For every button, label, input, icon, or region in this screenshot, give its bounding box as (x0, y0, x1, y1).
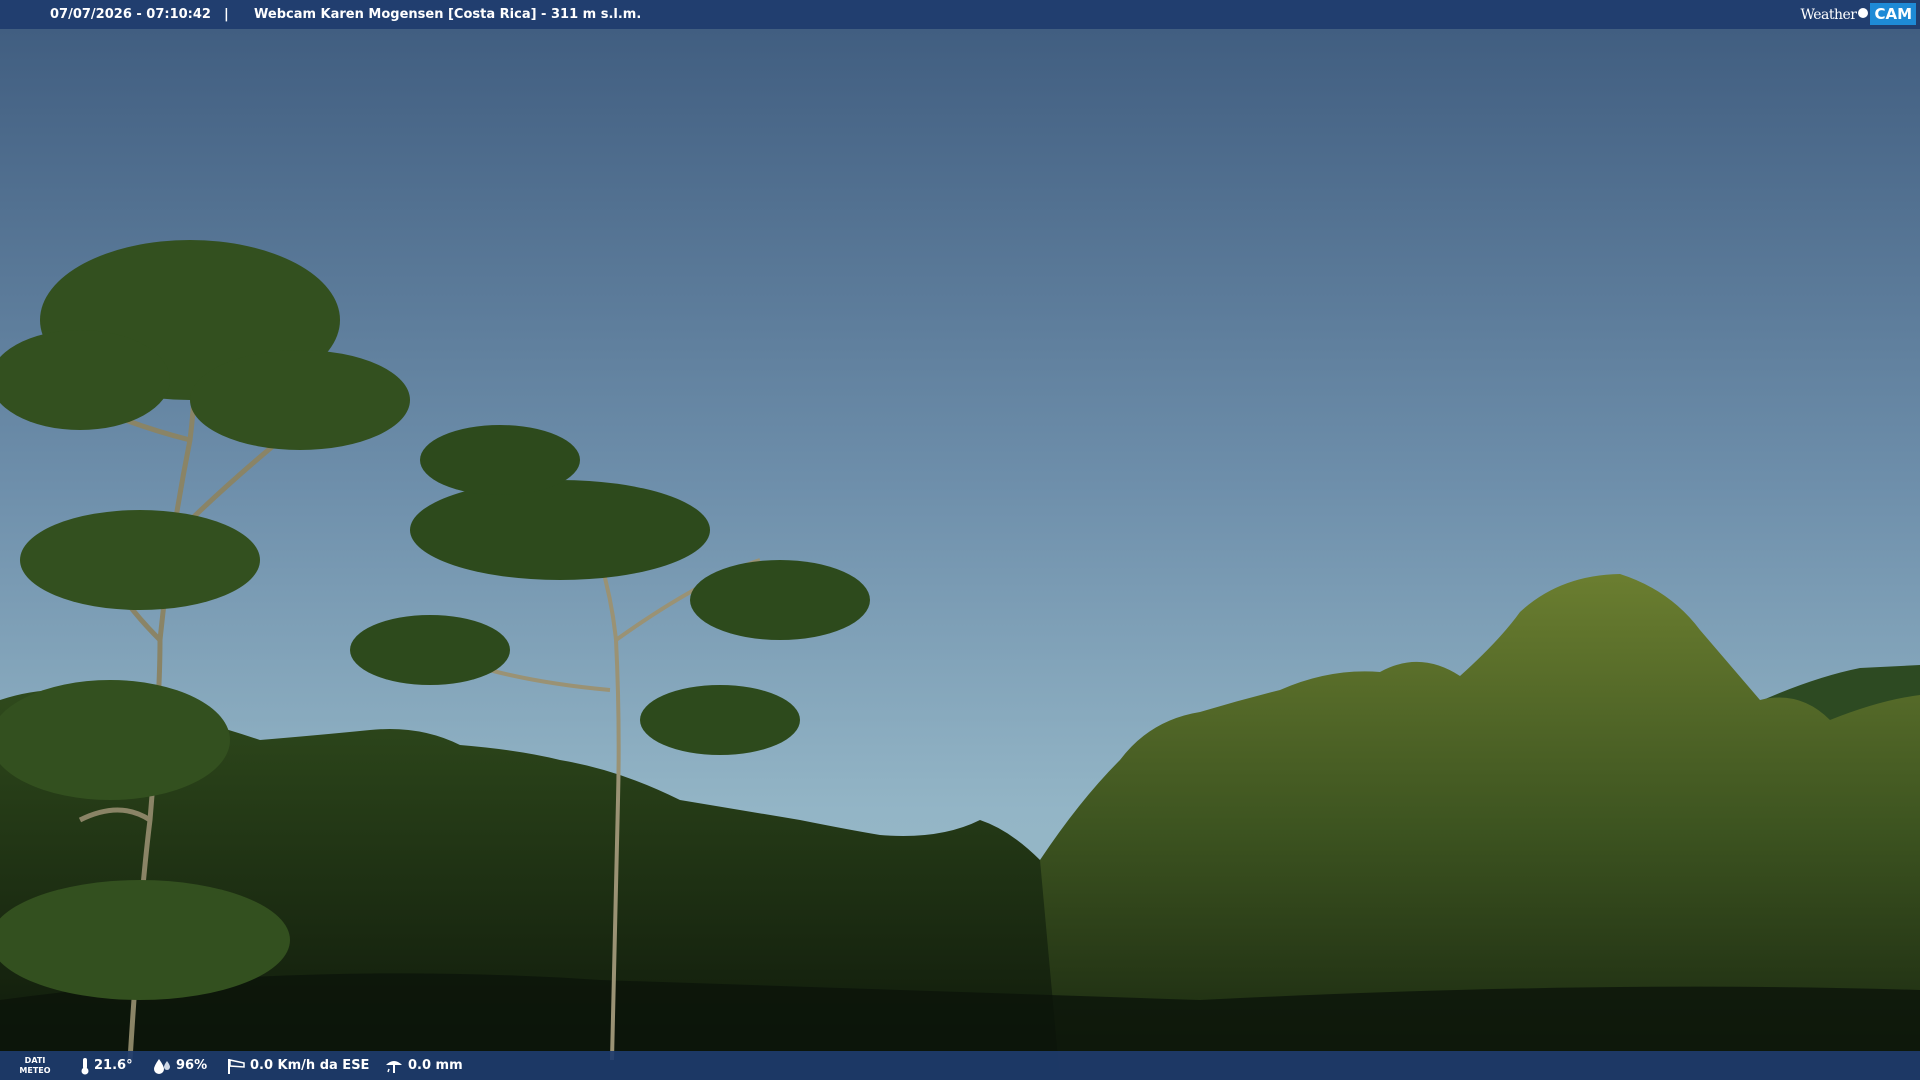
thermometer-icon (81, 1057, 89, 1074)
top-info-bar: 07/07/2026 - 07:10:42 | Webcam Karen Mog… (0, 0, 1920, 29)
weather-label-line1: DATI (24, 1056, 46, 1065)
title-separator: | (224, 7, 229, 22)
temperature-reading: 21.6° (80, 1051, 133, 1080)
rain-gauge-icon (386, 1060, 402, 1073)
webcam-title: Webcam Karen Mogensen [Costa Rica] - 311… (254, 7, 642, 22)
weathercam-logo[interactable]: Weather CAM (1800, 3, 1916, 25)
timestamp: 07/07/2026 - 07:10:42 (50, 7, 211, 22)
weather-data-label: DATI METEO (18, 1056, 52, 1076)
wind-reading: 0.0 Km/h da ESE (226, 1051, 369, 1080)
rain-value: 0.0 mm (408, 1058, 463, 1073)
humidity-drops-icon (154, 1058, 170, 1074)
weather-data-bar: DATI METEO 21.6° 96% 0.0 Km/h da ESE 0.0… (0, 1051, 1920, 1080)
rain-reading: 0.0 mm (384, 1051, 463, 1080)
humidity-value: 96% (176, 1058, 208, 1073)
logo-word: Weather (1800, 7, 1857, 23)
temperature-value: 21.6° (94, 1058, 133, 1073)
logo-badge: CAM (1870, 3, 1916, 25)
logo-globe-icon (1858, 8, 1869, 18)
webcam-image (0, 0, 1920, 1080)
wind-sock-icon (228, 1058, 245, 1074)
humidity-reading: 96% (152, 1051, 207, 1080)
wind-value: 0.0 Km/h da ESE (250, 1058, 370, 1073)
weather-label-line2: METEO (19, 1066, 51, 1075)
